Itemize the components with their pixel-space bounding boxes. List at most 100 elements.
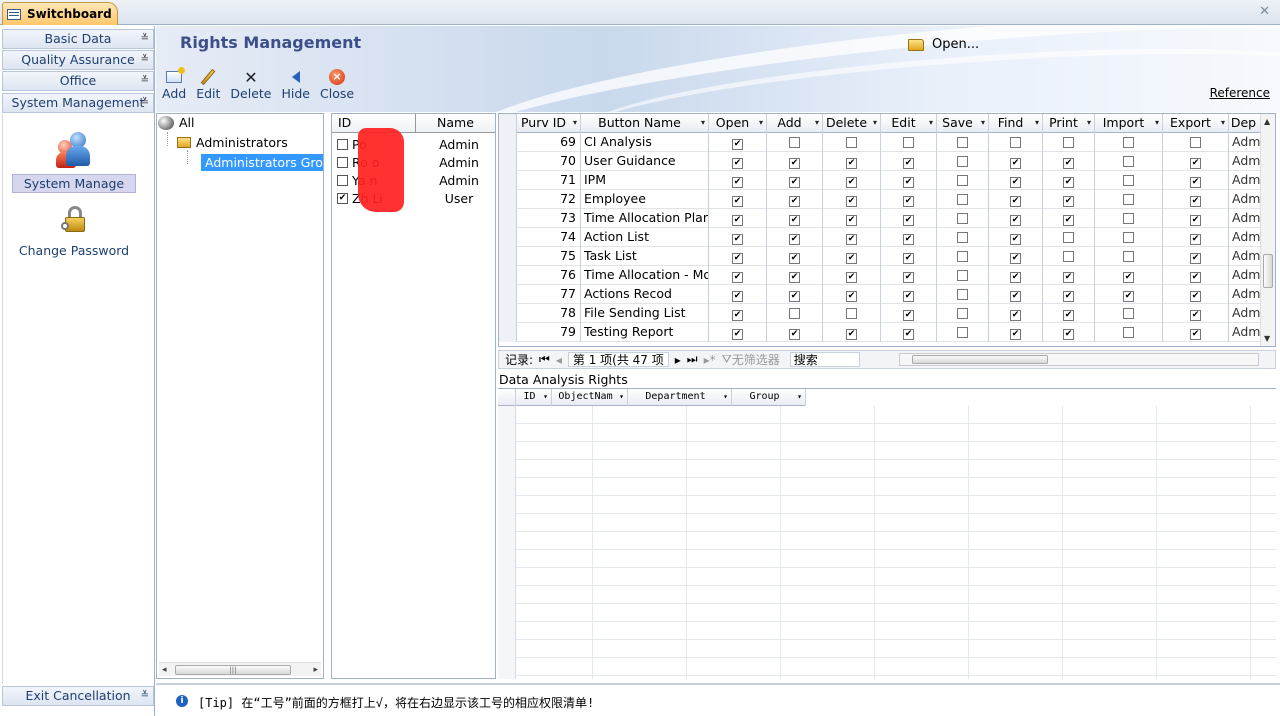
permission-checkbox[interactable]: ✔ (903, 291, 914, 302)
permission-checkbox[interactable]: ✔ (903, 177, 914, 188)
permission-checkbox[interactable]: ✔ (846, 215, 857, 226)
permission-checkbox[interactable] (1063, 251, 1074, 262)
permission-checkbox[interactable]: ✔ (1190, 291, 1201, 302)
add-button[interactable]: Add (162, 67, 186, 101)
user-row[interactable]: ✔Zh LiUser (332, 189, 495, 207)
new-record-icon[interactable]: ▸* (704, 353, 716, 367)
permission-checkbox[interactable] (957, 270, 968, 281)
permission-checkbox[interactable]: ✔ (1063, 272, 1074, 283)
permission-checkbox[interactable]: ✔ (1190, 272, 1201, 283)
permission-checkbox[interactable] (1123, 327, 1134, 338)
permission-checkbox[interactable] (1123, 213, 1134, 224)
column-header-import[interactable]: Import ▾ (1095, 114, 1163, 133)
column-header-purv-id[interactable]: Purv ID ▾ (517, 114, 581, 133)
permission-checkbox[interactable] (957, 194, 968, 205)
scroll-up-icon[interactable]: ▲ (1264, 117, 1270, 126)
row-selector[interactable] (499, 133, 517, 152)
permission-checkbox[interactable]: ✔ (1063, 196, 1074, 207)
user-row[interactable]: PoAdmin (332, 135, 495, 153)
rights-horizontal-scrollbar[interactable] (899, 353, 1259, 366)
permission-checkbox[interactable]: ✔ (789, 291, 800, 302)
permission-checkbox[interactable] (846, 308, 857, 319)
switchboard-tab[interactable]: Switchboard (2, 2, 118, 25)
permission-checkbox[interactable]: ✔ (1190, 177, 1201, 188)
permission-checkbox[interactable]: ✔ (846, 196, 857, 207)
permission-checkbox[interactable]: ✔ (846, 234, 857, 245)
purv-id-cell[interactable]: 78 (517, 304, 581, 323)
permission-checkbox[interactable]: ✔ (1123, 291, 1134, 302)
edit-button[interactable]: Edit (196, 68, 220, 101)
permission-checkbox[interactable]: ✔ (1010, 177, 1021, 188)
prev-record-icon[interactable]: ◂ (556, 353, 562, 367)
tree-node-administrators[interactable]: Administrators (177, 135, 288, 150)
open-button[interactable]: Open... (908, 37, 979, 52)
permission-checkbox[interactable] (957, 137, 968, 148)
permission-checkbox[interactable]: ✔ (732, 158, 743, 169)
user-checkbox[interactable] (337, 138, 348, 150)
permission-checkbox[interactable]: ✔ (903, 310, 914, 321)
permission-checkbox[interactable]: ✔ (789, 158, 800, 169)
permission-checkbox[interactable] (957, 308, 968, 319)
button-name-cell[interactable]: Action List (581, 228, 709, 247)
table-row[interactable]: 78 File Sending List ✔ ✔ ✔ ✔ ✔ Adm (499, 304, 1269, 323)
user-row[interactable]: Ya nAdmin (332, 171, 495, 189)
permission-checkbox[interactable]: ✔ (732, 196, 743, 207)
permission-checkbox[interactable] (789, 308, 800, 319)
search-input[interactable]: 搜索 (789, 352, 860, 367)
permission-checkbox[interactable]: ✔ (732, 215, 743, 226)
row-selector[interactable] (499, 190, 517, 209)
purv-id-cell[interactable]: 69 (517, 133, 581, 152)
permission-checkbox[interactable]: ✔ (1190, 158, 1201, 169)
record-position[interactable]: 第 1 项(共 47 项 (567, 352, 669, 367)
permission-checkbox[interactable] (957, 251, 968, 262)
button-name-cell[interactable]: Time Allocation Plan - (581, 209, 709, 228)
permission-checkbox[interactable]: ✔ (789, 253, 800, 264)
user-row[interactable]: Ro oAdmin (332, 153, 495, 171)
permission-checkbox[interactable]: ✔ (1190, 215, 1201, 226)
permission-checkbox[interactable]: ✔ (1063, 158, 1074, 169)
column-header-delete[interactable]: Delete ▾ (823, 114, 881, 133)
tile-change-password[interactable]: Change Password (11, 206, 137, 259)
column-header-print[interactable]: Print ▾ (1043, 114, 1095, 133)
column-header-open[interactable]: Open ▾ (709, 114, 767, 133)
permission-checkbox[interactable]: ✔ (789, 177, 800, 188)
permission-checkbox[interactable]: ✔ (1063, 177, 1074, 188)
table-row[interactable]: 71 IPM ✔ ✔ ✔ ✔ ✔ ✔ ✔ Adm (499, 171, 1269, 190)
first-record-icon[interactable]: ⏮ (539, 352, 550, 367)
permission-checkbox[interactable]: ✔ (903, 234, 914, 245)
permission-checkbox[interactable]: ✔ (846, 177, 857, 188)
table-row[interactable]: 77 Actions Recod ✔ ✔ ✔ ✔ ✔ ✔ ✔ ✔ Adm (499, 285, 1269, 304)
permission-checkbox[interactable]: ✔ (789, 272, 800, 283)
close-icon[interactable]: ✕ (1259, 4, 1270, 19)
button-name-cell[interactable]: User Guidance (581, 152, 709, 171)
next-record-icon[interactable]: ▸ (675, 353, 681, 367)
column-header-save[interactable]: Save ▾ (937, 114, 989, 133)
nav-exit-cancellation[interactable]: Exit Cancellation ≚ (2, 686, 154, 706)
button-name-cell[interactable]: Actions Recod (581, 285, 709, 304)
table-row[interactable]: 79 Testing Report ✔ ✔ ✔ ✔ ✔ ✔ ✔ Adm (499, 323, 1269, 342)
user-checkbox[interactable] (337, 174, 348, 186)
permission-checkbox[interactable]: ✔ (1010, 253, 1021, 264)
permission-checkbox[interactable] (789, 137, 800, 148)
permission-checkbox[interactable]: ✔ (1010, 272, 1021, 283)
permission-checkbox[interactable]: ✔ (1190, 196, 1201, 207)
last-record-icon[interactable]: ⏭ (687, 352, 698, 367)
permission-checkbox[interactable]: ✔ (1063, 329, 1074, 340)
button-name-cell[interactable]: Task List (581, 247, 709, 266)
permission-checkbox[interactable]: ✔ (903, 196, 914, 207)
purv-id-cell[interactable]: 72 (517, 190, 581, 209)
nav-group-office[interactable]: Office ≚ (2, 71, 154, 91)
permission-checkbox[interactable]: ✔ (903, 158, 914, 169)
permission-checkbox[interactable] (903, 137, 914, 148)
permission-checkbox[interactable] (957, 327, 968, 338)
row-selector[interactable] (499, 171, 517, 190)
permission-checkbox[interactable]: ✔ (789, 234, 800, 245)
column-header-group[interactable]: Group ▾ (732, 389, 806, 406)
permission-checkbox[interactable]: ✔ (732, 310, 743, 321)
permission-checkbox[interactable] (957, 213, 968, 224)
permission-checkbox[interactable] (957, 232, 968, 243)
permission-checkbox[interactable] (1123, 251, 1134, 262)
purv-id-cell[interactable]: 74 (517, 228, 581, 247)
permission-checkbox[interactable]: ✔ (732, 291, 743, 302)
row-selector[interactable] (499, 152, 517, 171)
